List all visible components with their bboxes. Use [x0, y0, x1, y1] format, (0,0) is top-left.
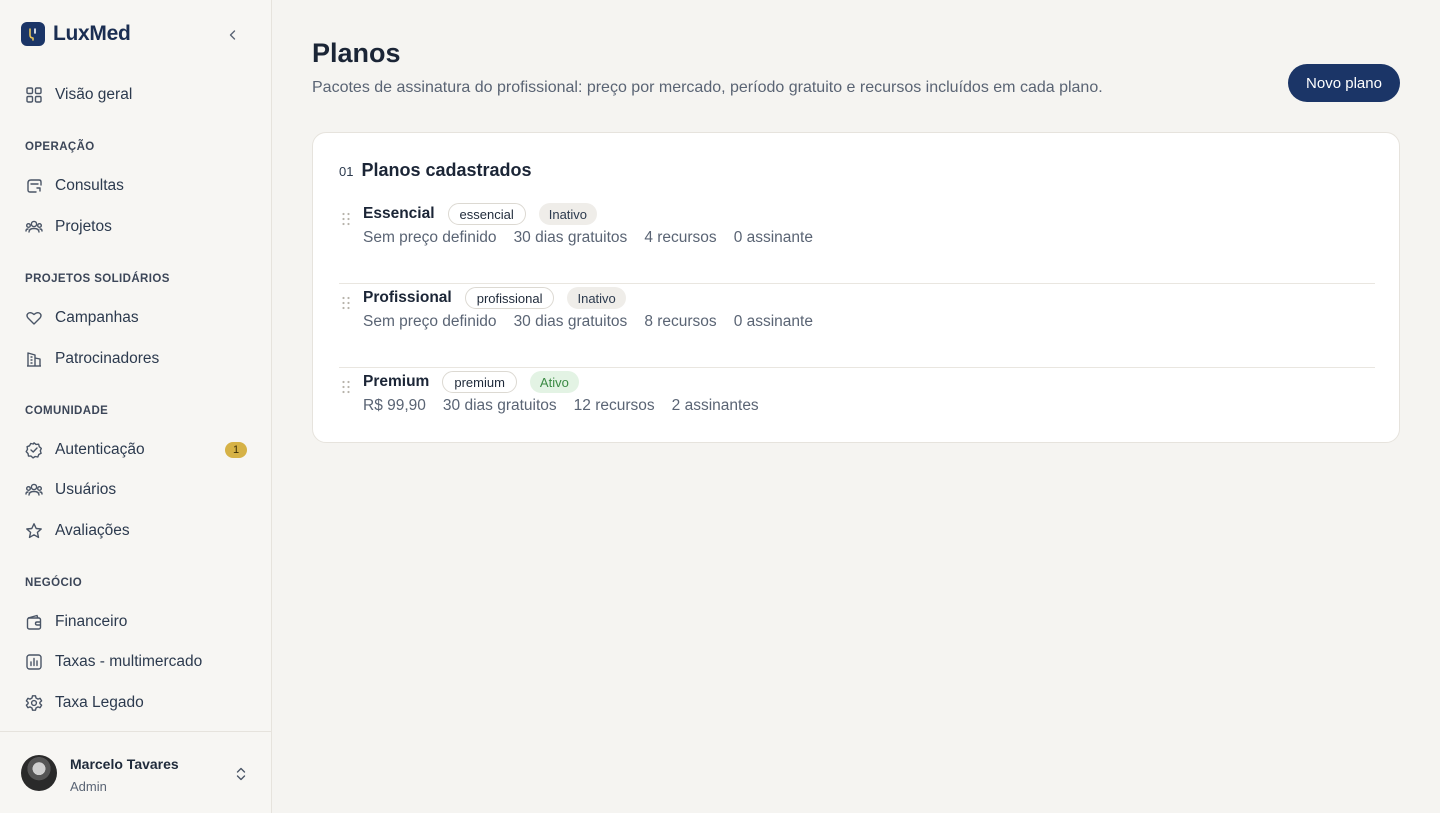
avatar [21, 755, 57, 791]
sidebar: LuxMed Visão geral OPERAÇÃO Consultas Pr… [0, 0, 272, 813]
plan-slug-tag: profissional [464, 287, 555, 309]
sidebar-item-autenticacao[interactable]: Autenticação 1 [25, 438, 247, 462]
card-title: Planos cadastrados [361, 160, 532, 180]
plans-card: 01 Planos cadastrados Essencial essencia… [312, 132, 1400, 443]
sidebar-item-label: Patrocinadores [55, 350, 160, 367]
sidebar-item-usuarios[interactable]: Usuários [25, 478, 247, 502]
card-index: 01 [339, 164, 354, 179]
sidebar-item-label: Usuários [55, 481, 117, 498]
user-menu[interactable]: Marcelo Tavares Admin [0, 731, 271, 813]
status-badge: Inativo [538, 203, 598, 225]
sidebar-item-financeiro[interactable]: Financeiro [25, 610, 247, 634]
sidebar-item-label: Projetos [55, 218, 112, 235]
users-icon [25, 483, 43, 496]
sidebar-item-projetos[interactable]: Projetos [25, 215, 247, 239]
bar-chart-icon [26, 654, 42, 670]
main-content: Planos Pacotes de assinatura do profissi… [272, 0, 1440, 813]
plan-meta: Sem preço definido 30 dias gratuitos 4 r… [363, 229, 813, 247]
user-name: Marcelo Tavares [70, 756, 179, 772]
page-subtitle: Pacotes de assinatura do profissional: p… [312, 79, 1103, 96]
chevron-left-icon [229, 30, 236, 40]
building-icon [27, 352, 41, 367]
plan-row-profissional[interactable]: Profissional profissional Inativo Sem pr… [339, 284, 1375, 368]
sidebar-item-label: Taxas - multimercado [55, 653, 203, 670]
plan-trial: 30 dias gratuitos [442, 397, 557, 414]
gear-icon [25, 695, 43, 711]
plan-head: Profissional profissional Inativo [363, 286, 626, 310]
sidebar-item-label: Visão geral [55, 86, 133, 103]
brand[interactable]: LuxMed [21, 22, 131, 46]
plan-trial: 30 dias gratuitos [513, 229, 628, 246]
section-title-negocio: NEGÓCIO [25, 577, 83, 589]
page-title: Planos [312, 38, 401, 68]
plan-price: Sem preço definido [363, 313, 497, 330]
notification-badge: 1 [225, 442, 247, 458]
sidebar-item-avaliacoes[interactable]: Avaliações [25, 519, 247, 543]
sidebar-item-consultas[interactable]: Consultas [25, 174, 247, 198]
plan-name: Premium [363, 373, 430, 390]
plan-row-essencial[interactable]: Essencial essencial Inativo Sem preço de… [339, 200, 1375, 284]
wallet-icon [26, 614, 42, 630]
plan-subscribers: 0 assinante [733, 229, 813, 246]
brand-name: LuxMed [53, 22, 131, 45]
sidebar-item-label: Taxa Legado [55, 694, 144, 711]
plan-features: 4 recursos [644, 229, 717, 246]
plan-slug-tag: premium [442, 371, 517, 393]
drag-handle-icon[interactable] [341, 212, 351, 226]
consultations-icon [27, 179, 42, 193]
grid-icon [26, 87, 42, 103]
plan-meta: R$ 99,90 30 dias gratuitos 12 recursos 2… [363, 397, 759, 415]
section-title-operacao: OPERAÇÃO [25, 141, 95, 153]
sidebar-item-patrocinadores[interactable]: Patrocinadores [25, 347, 247, 371]
new-plan-button[interactable]: Novo plano [1288, 64, 1400, 102]
star-icon [26, 523, 42, 539]
sidebar-item-label: Autenticação [55, 441, 145, 458]
plan-subscribers: 0 assinante [733, 313, 813, 330]
chevron-up-down-icon [236, 767, 246, 781]
sidebar-item-overview[interactable]: Visão geral [25, 83, 247, 107]
logo-icon [21, 22, 45, 46]
user-switch-button[interactable] [232, 765, 250, 783]
plan-meta: Sem preço definido 30 dias gratuitos 8 r… [363, 313, 813, 331]
sidebar-item-taxas-multimercado[interactable]: Taxas - multimercado [25, 650, 247, 674]
sidebar-item-campanhas[interactable]: Campanhas [25, 306, 247, 330]
drag-handle-icon[interactable] [341, 380, 351, 394]
sidebar-item-label: Consultas [55, 177, 124, 194]
section-title-projetos-solidarios: PROJETOS SOLIDÁRIOS [25, 273, 170, 285]
user-role: Admin [70, 779, 107, 794]
plan-price: Sem preço definido [363, 229, 497, 246]
plan-row-premium[interactable]: Premium premium Ativo R$ 99,90 30 dias g… [339, 368, 1375, 452]
plan-features: 12 recursos [573, 397, 655, 414]
plan-head: Essencial essencial Inativo [363, 202, 598, 226]
plan-price: R$ 99,90 [363, 397, 426, 414]
plan-name: Profissional [363, 289, 452, 306]
plan-name: Essencial [363, 205, 435, 222]
plan-slug-tag: essencial [447, 203, 526, 225]
status-badge: Inativo [567, 287, 626, 309]
sidebar-item-label: Avaliações [55, 522, 130, 539]
card-header: 01 Planos cadastrados [339, 160, 532, 181]
badge-check-icon [25, 442, 42, 459]
status-badge: Ativo [529, 371, 579, 393]
collapse-sidebar-button[interactable] [222, 24, 244, 46]
heart-icon [26, 312, 42, 325]
sidebar-item-taxa-legado[interactable]: Taxa Legado [25, 691, 247, 715]
plan-head: Premium premium Ativo [363, 370, 579, 394]
plan-subscribers: 2 assinantes [671, 397, 759, 414]
drag-handle-icon[interactable] [341, 296, 351, 310]
sidebar-item-label: Financeiro [55, 613, 128, 630]
section-title-comunidade: COMUNIDADE [25, 405, 109, 417]
plan-trial: 30 dias gratuitos [513, 313, 628, 330]
users-icon [25, 220, 43, 233]
sidebar-item-label: Campanhas [55, 309, 139, 326]
plan-features: 8 recursos [644, 313, 717, 330]
